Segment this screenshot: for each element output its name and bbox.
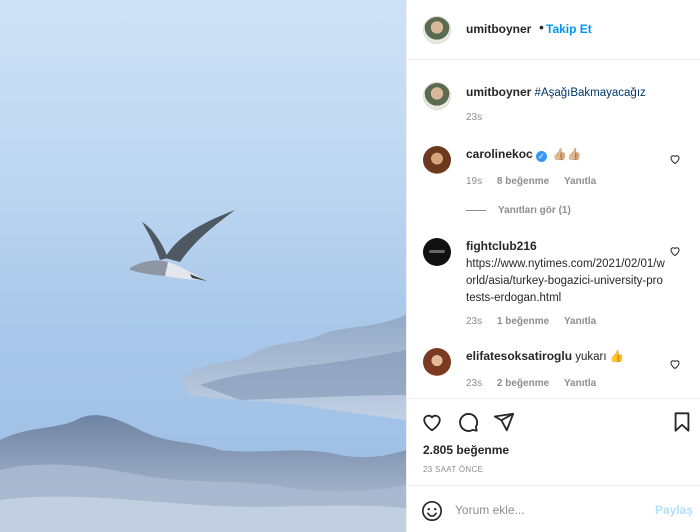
caption-meta: 23s (466, 112, 494, 123)
caption-text: umitboyner #AşağıBakmayacağız (466, 84, 666, 102)
comment-bar: Paylaş (407, 485, 700, 532)
view-replies-label: Yanıtları gör (1) (498, 205, 571, 216)
header-username[interactable]: umitboyner (466, 22, 531, 36)
comment-text: carolinekoc ✓ 👍🏼👍🏼 (466, 146, 666, 164)
comment-meta: 19s 8 beğenme Yanıtla (466, 176, 608, 187)
post-comment-button[interactable]: Paylaş (655, 503, 693, 517)
likes-count[interactable]: 2.805 beğenme (423, 443, 509, 457)
share-icon[interactable] (493, 411, 515, 433)
comment-likes[interactable]: 1 beğenme (497, 316, 549, 327)
avatar[interactable] (423, 146, 451, 174)
comment-username[interactable]: elifatesoksatiroglu (466, 349, 572, 363)
comment-time[interactable]: 19s (466, 176, 482, 187)
comment-time[interactable]: 23s (466, 378, 482, 389)
like-heart-icon[interactable] (421, 411, 443, 433)
comment-body: 👍🏼👍🏼 (552, 149, 582, 161)
comment-likes[interactable]: 2 beğenme (497, 378, 549, 389)
comment-text: fightclub216 https://www.nytimes.com/202… (466, 238, 666, 307)
heart-icon[interactable] (669, 245, 681, 257)
comment-meta: 23s 2 beğenme Yanıtla (466, 378, 608, 389)
comment-meta: 23s 1 beğenme Yanıtla (466, 316, 608, 327)
post-photo[interactable] (0, 0, 406, 532)
verified-badge-icon: ✓ (535, 151, 547, 162)
avatar[interactable] (423, 82, 451, 110)
reply-button[interactable]: Yanıtla (564, 176, 596, 187)
comment-time[interactable]: 23s (466, 316, 482, 327)
separator-dot: • (539, 19, 544, 35)
comment-icon[interactable] (457, 411, 479, 433)
follow-button[interactable]: Takip Et (546, 22, 592, 36)
comment-username[interactable]: fightclub216 (466, 239, 537, 253)
sky-bird-image (0, 210, 406, 532)
heart-icon[interactable] (669, 153, 681, 165)
emoji-icon[interactable] (421, 500, 443, 522)
comment-text: elifatesoksatiroglu yukarı 👍 (466, 348, 666, 366)
avatar[interactable] (423, 16, 451, 44)
comment-username[interactable]: carolinekoc (466, 147, 533, 161)
comment-body: yukarı 👍 (575, 351, 625, 363)
post-actions: 2.805 beğenme 23 SAAT ÖNCE Paylaş (407, 398, 700, 532)
bookmark-icon[interactable] (671, 411, 693, 433)
avatar[interactable] (423, 348, 451, 376)
replies-divider (466, 209, 486, 211)
caption-username[interactable]: umitboyner (466, 85, 531, 99)
reply-button[interactable]: Yanıtla (564, 378, 596, 389)
comment-body[interactable]: https://www.nytimes.com/2021/02/01/world… (466, 258, 665, 304)
comment-input[interactable] (455, 498, 645, 522)
view-replies-button[interactable]: Yanıtları gör (1) (466, 205, 571, 216)
comment-likes[interactable]: 8 beğenme (497, 176, 549, 187)
heart-icon[interactable] (669, 358, 681, 370)
caption-time[interactable]: 23s (466, 112, 482, 123)
post-header: umitboyner • Takip Et (407, 0, 700, 60)
reply-button[interactable]: Yanıtla (564, 316, 596, 327)
post-date[interactable]: 23 SAAT ÖNCE (423, 465, 483, 474)
caption-hashtag[interactable]: #AşağıBakmayacağız (535, 87, 646, 99)
avatar[interactable] (423, 238, 451, 266)
post-details-panel: umitboyner • Takip Et umitboyner #AşağıB… (406, 0, 700, 532)
